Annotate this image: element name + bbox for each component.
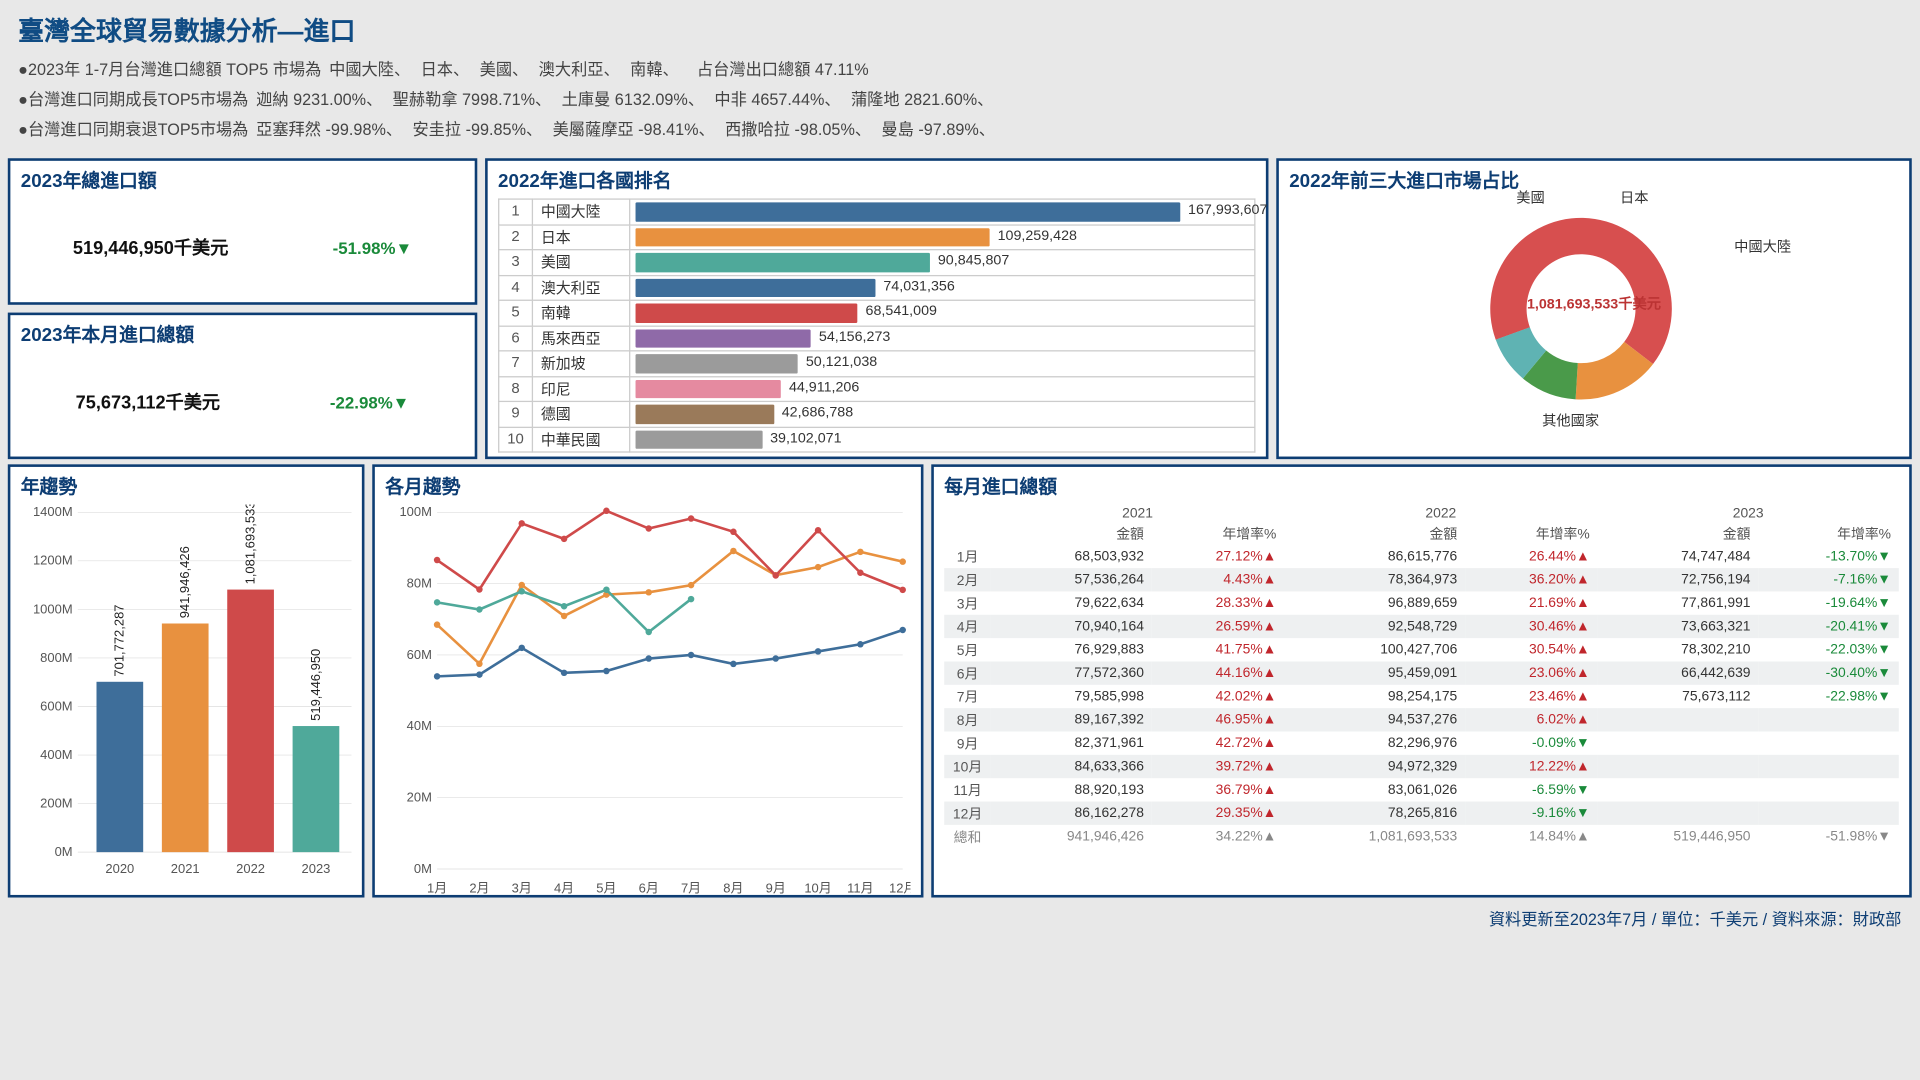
svg-text:2021: 2021 bbox=[171, 861, 200, 876]
bullet-decline: ●台灣進口同期衰退TOP5市場為 亞塞拜然 -99.98%、安圭拉 -99.85… bbox=[18, 115, 1901, 140]
bullet-growth: ●台灣進口同期成長TOP5市場為 迦納 9231.00%、聖赫勒拿 7998.7… bbox=[18, 86, 1901, 111]
svg-text:1月: 1月 bbox=[427, 880, 447, 895]
svg-text:9月: 9月 bbox=[766, 880, 786, 895]
svg-text:2月: 2月 bbox=[469, 880, 489, 895]
svg-text:2020: 2020 bbox=[105, 861, 134, 876]
kpi-month-total: 2023年本月進口總額 75,673,112千美元-22.98%▼ bbox=[8, 313, 478, 460]
top3-donut: 2022年前三大進口市場占比 1,081,693,533千美元 美國 日本 中國… bbox=[1276, 158, 1912, 459]
country-ranking: 2022年進口各國排名 1中國大陸167,993,6072日本109,259,4… bbox=[485, 158, 1268, 459]
svg-text:941,946,426: 941,946,426 bbox=[177, 546, 192, 618]
svg-text:5月: 5月 bbox=[596, 880, 616, 895]
svg-text:2022: 2022 bbox=[236, 861, 265, 876]
svg-text:8月: 8月 bbox=[723, 880, 743, 895]
monthly-table: 每月進口總額 202120222023金額年增率%金額年增率%金額年增率%1月6… bbox=[931, 464, 1912, 897]
svg-text:1000M: 1000M bbox=[33, 601, 73, 616]
kpi-year-total: 2023年總進口額 519,446,950千美元-51.98%▼ bbox=[8, 158, 478, 305]
svg-text:6月: 6月 bbox=[639, 880, 659, 895]
svg-text:200M: 200M bbox=[40, 795, 72, 810]
year-trend-chart: 年趨勢 0M200M400M600M800M1000M1200M1400M701… bbox=[8, 464, 365, 897]
svg-text:1200M: 1200M bbox=[33, 553, 73, 568]
svg-text:1400M: 1400M bbox=[33, 505, 73, 520]
svg-text:3月: 3月 bbox=[512, 880, 532, 895]
svg-text:12月: 12月 bbox=[889, 880, 910, 895]
svg-text:0M: 0M bbox=[55, 844, 73, 859]
svg-text:10月: 10月 bbox=[804, 880, 831, 895]
svg-text:7月: 7月 bbox=[681, 880, 701, 895]
bullet-top5: ●2023年 1-7月台灣進口總額 TOP5 市場為 中國大陸、日本、美國、澳大… bbox=[18, 56, 1901, 81]
svg-text:100M: 100M bbox=[399, 505, 431, 520]
svg-text:4月: 4月 bbox=[554, 880, 574, 895]
svg-text:800M: 800M bbox=[40, 650, 72, 665]
svg-text:600M: 600M bbox=[40, 698, 72, 713]
svg-text:40M: 40M bbox=[407, 718, 432, 733]
svg-text:519,446,950: 519,446,950 bbox=[308, 649, 323, 721]
footer-note: 資料更新至2023年7月 / 單位：千美元 / 資料來源：財政部 bbox=[8, 898, 1912, 930]
svg-text:400M: 400M bbox=[40, 747, 72, 762]
svg-text:80M: 80M bbox=[407, 576, 432, 591]
svg-text:0M: 0M bbox=[414, 861, 432, 876]
svg-text:1,081,693,533: 1,081,693,533 bbox=[242, 505, 257, 585]
svg-text:701,772,287: 701,772,287 bbox=[112, 604, 127, 676]
svg-text:2023: 2023 bbox=[302, 861, 331, 876]
page-title: 臺灣全球貿易數據分析—進口 bbox=[18, 10, 1901, 48]
svg-text:20M: 20M bbox=[407, 790, 432, 805]
svg-text:11月: 11月 bbox=[847, 880, 873, 895]
month-trend-chart: 各月趨勢 0M20M40M60M80M100M1月2月3月4月5月6月7月8月9… bbox=[372, 464, 923, 897]
svg-text:60M: 60M bbox=[407, 647, 432, 662]
